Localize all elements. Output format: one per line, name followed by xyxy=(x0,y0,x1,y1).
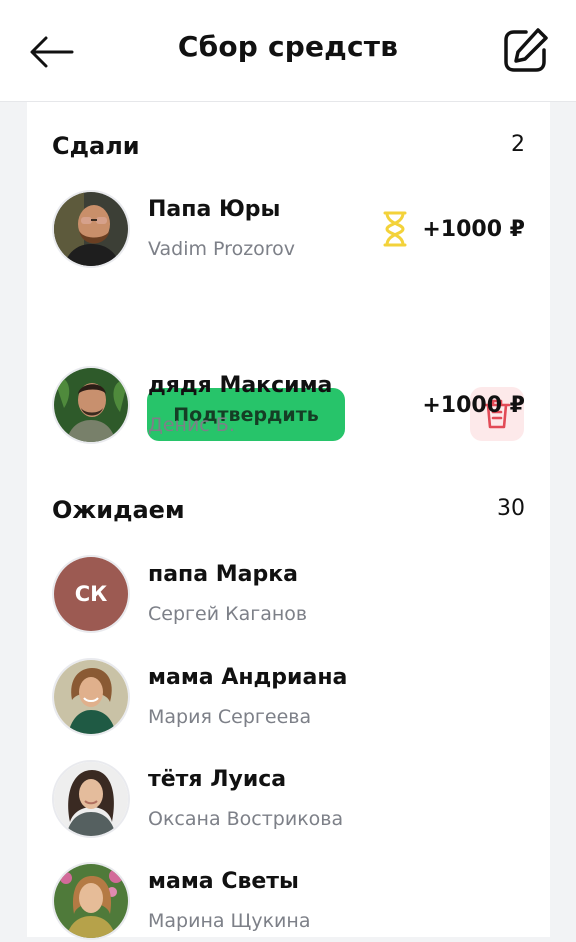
contributor-name: мама Светы xyxy=(148,869,299,894)
avatar-initials: СК xyxy=(54,557,128,631)
section-title: Сдали xyxy=(52,132,140,160)
contributor-name: мама Андриана xyxy=(148,665,348,690)
page-title: Сбор средств xyxy=(177,30,399,63)
contributor-row[interactable]: дядя Максима Денис Б. +1000 ₽ xyxy=(52,366,525,446)
contributor-fullname: Vadim Prozorov xyxy=(148,238,296,260)
avatar xyxy=(52,658,130,736)
section-title: Ожидаем xyxy=(52,496,185,524)
edit-button[interactable] xyxy=(496,24,554,78)
contributor-fullname: Сергей Каганов xyxy=(148,603,308,625)
avatar xyxy=(52,190,130,268)
contribution-amount: +1000 ₽ xyxy=(422,217,525,242)
avatar xyxy=(52,862,130,940)
contributor-name: Папа Юры xyxy=(148,197,281,222)
contributor-fullname: Денис Б. xyxy=(148,414,235,436)
section-count: 2 xyxy=(511,132,525,157)
contributor-fullname: Оксана Вострикова xyxy=(148,808,344,830)
section-header-waiting: Ожидаем 30 xyxy=(52,496,525,530)
contributor-row[interactable]: Папа Юры Vadim Prozorov +1000 ₽ xyxy=(52,190,525,270)
hourglass-icon xyxy=(383,211,407,247)
contributor-name: папа Марка xyxy=(148,562,299,587)
top-bar: Сбор средств xyxy=(0,0,576,102)
contributor-row[interactable]: мама Светы Марина Щукина xyxy=(52,862,525,942)
section-count: 30 xyxy=(497,496,525,521)
contributor-row[interactable]: тётя Луиса Оксана Вострикова xyxy=(52,760,525,840)
contributor-fullname: Мария Сергеева xyxy=(148,706,312,728)
contributor-name: тётя Луиса xyxy=(148,767,287,792)
contribution-amount: +1000 ₽ xyxy=(422,393,525,418)
contributor-fullname: Марина Щукина xyxy=(148,910,311,932)
contributors-list: Сдали 2 Папа Юры Vadim Prozorov +1000 ₽ … xyxy=(27,102,550,940)
contributor-name: дядя Максима xyxy=(148,373,333,398)
avatar: СК xyxy=(52,555,130,633)
edit-icon xyxy=(504,28,548,72)
avatar xyxy=(52,366,130,444)
section-header-paid: Сдали 2 xyxy=(52,132,525,166)
contributor-row[interactable]: СК папа Марка Сергей Каганов xyxy=(52,555,525,635)
avatar xyxy=(52,760,130,838)
contributor-row[interactable]: мама Андриана Мария Сергеева xyxy=(52,658,525,738)
